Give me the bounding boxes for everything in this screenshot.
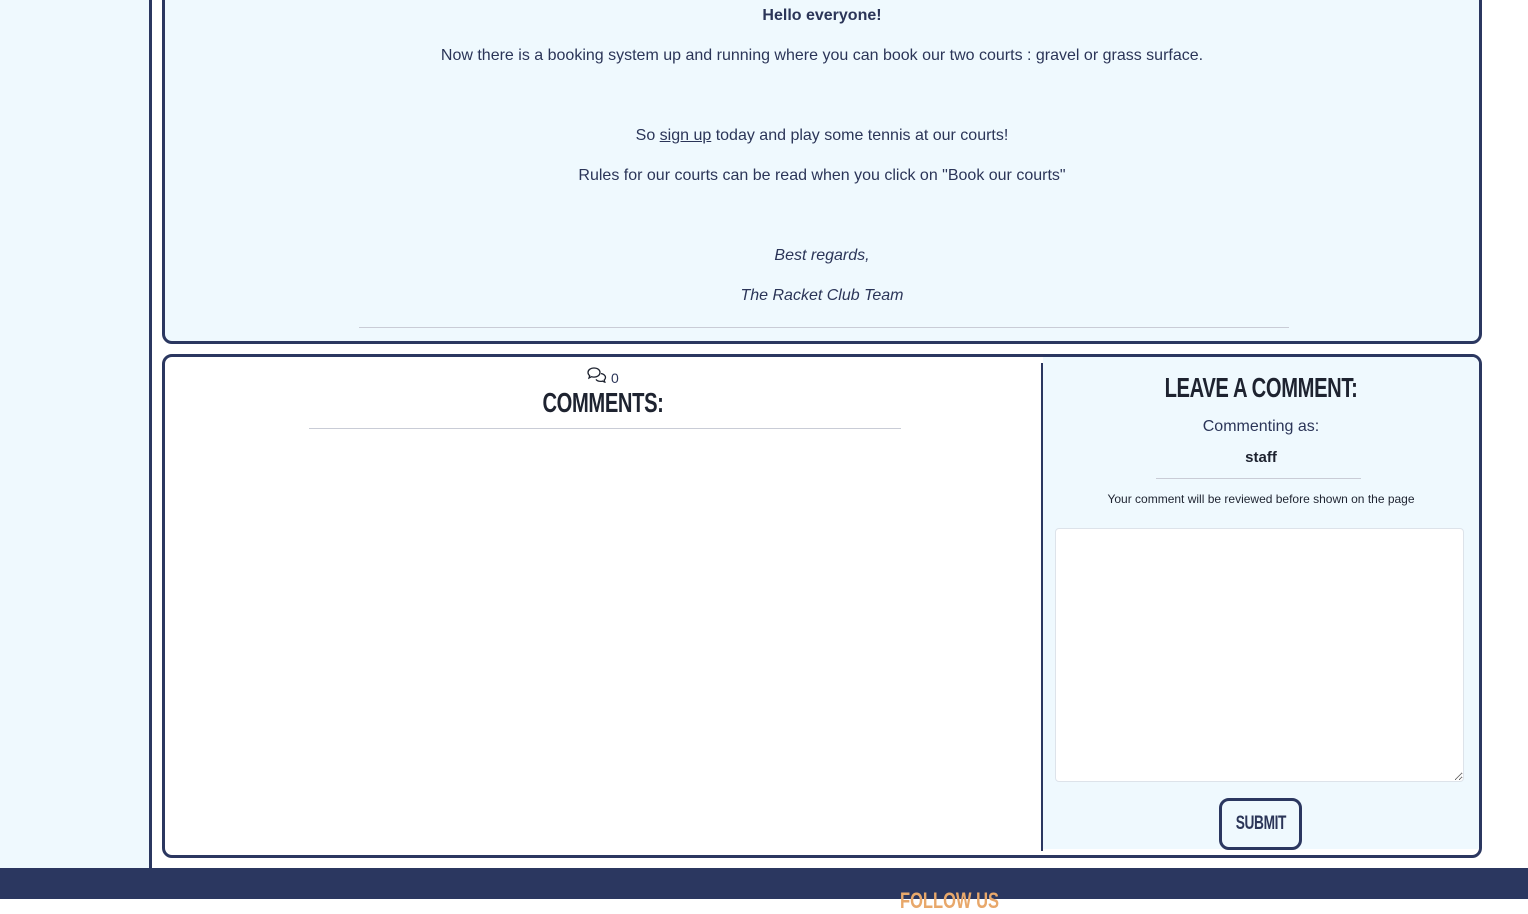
vertical-divider bbox=[149, 0, 152, 868]
comments-title: Comments: bbox=[542, 387, 664, 418]
comments-icon bbox=[587, 367, 607, 386]
submit-label: Submit bbox=[1235, 813, 1286, 834]
comment-textarea[interactable] bbox=[1055, 528, 1464, 782]
review-notice: Your comment will be reviewed before sho… bbox=[1107, 492, 1415, 506]
post-signup-line: So sign up today and play some tennis at… bbox=[165, 127, 1479, 145]
post-separator bbox=[359, 327, 1289, 328]
comment-count-value: 0 bbox=[611, 370, 619, 386]
footer: FOLLOW US bbox=[0, 868, 1528, 913]
comment-form: Leave a comment: Commenting as: staff Yo… bbox=[1043, 357, 1479, 850]
post-signature: The Racket Club Team bbox=[740, 287, 904, 304]
comments-list: 0 Comments: bbox=[165, 357, 1041, 855]
signup-link[interactable]: sign up bbox=[660, 127, 712, 144]
left-panel bbox=[0, 0, 149, 868]
post-rules: Rules for our courts can be read when yo… bbox=[578, 167, 1066, 184]
comments-card: 0 Comments: Leave a comment: Commenting … bbox=[162, 354, 1482, 858]
post-greeting: Hello everyone! bbox=[762, 7, 882, 24]
post-card: Hello everyone! Now there is a booking s… bbox=[162, 0, 1482, 344]
signup-pre: So bbox=[635, 127, 660, 144]
post-intro: Now there is a booking system up and run… bbox=[440, 47, 1204, 64]
post-regards: Best regards, bbox=[774, 247, 870, 264]
commenting-user: staff bbox=[1245, 449, 1277, 466]
submit-button[interactable]: Submit bbox=[1219, 798, 1302, 850]
follow-us-heading: FOLLOW US bbox=[900, 888, 999, 913]
comments-separator bbox=[309, 428, 901, 429]
signup-post: today and play some tennis at our courts… bbox=[711, 127, 1009, 144]
commenting-as-label: Commenting as: bbox=[1202, 418, 1320, 435]
leave-comment-title: Leave a comment: bbox=[1164, 372, 1358, 403]
form-separator bbox=[1156, 478, 1361, 479]
comment-count: 0 bbox=[165, 367, 1041, 386]
